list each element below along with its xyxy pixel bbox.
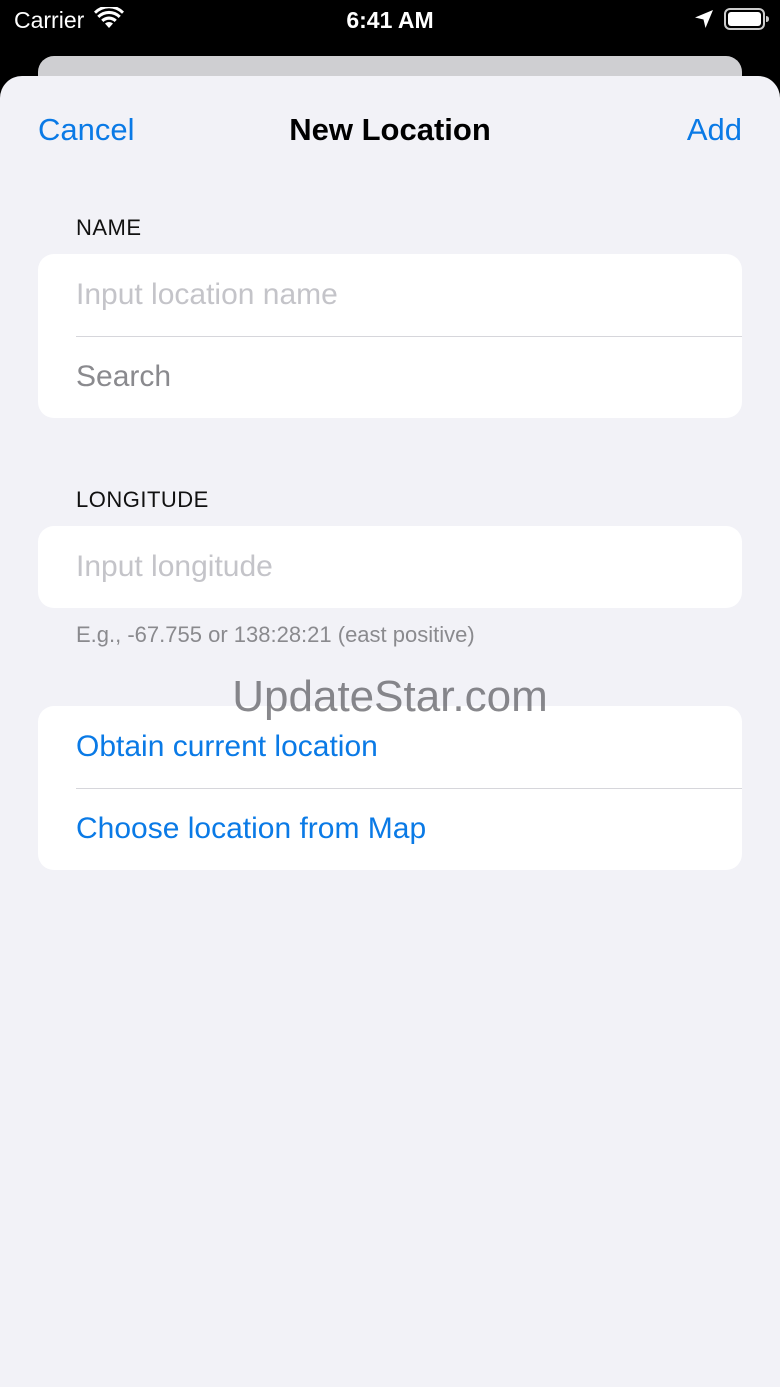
choose-location-from-map-row[interactable]: Choose location from Map: [38, 788, 742, 870]
obtain-current-location-row[interactable]: Obtain current location: [38, 706, 742, 788]
longitude-input[interactable]: [76, 526, 716, 608]
name-group: Search: [38, 254, 742, 418]
new-location-sheet: Cancel New Location Add NAME Search LONG…: [0, 76, 780, 1387]
obtain-current-location-button[interactable]: Obtain current location: [76, 706, 378, 788]
longitude-row: [38, 526, 742, 608]
longitude-section-header: LONGITUDE: [76, 487, 209, 512]
location-actions-group: Obtain current location Choose location …: [38, 706, 742, 870]
name-row: [38, 254, 742, 336]
battery-icon: [724, 8, 769, 30]
name-section-header: NAME: [76, 215, 142, 240]
location-name-input[interactable]: [76, 254, 716, 336]
choose-location-from-map-button[interactable]: Choose location from Map: [76, 788, 426, 870]
add-button[interactable]: Add: [687, 112, 742, 148]
location-arrow-icon: [695, 10, 713, 28]
longitude-hint: E.g., -67.755 or 138:28:21 (east positiv…: [76, 622, 475, 647]
status-bar: Carrier 6:41 AM: [0, 0, 780, 56]
longitude-group: [38, 526, 742, 608]
page-title: New Location: [289, 112, 491, 147]
search-row[interactable]: Search: [38, 336, 742, 418]
clock: 6:41 AM: [346, 7, 434, 33]
search-label: Search: [76, 360, 172, 393]
